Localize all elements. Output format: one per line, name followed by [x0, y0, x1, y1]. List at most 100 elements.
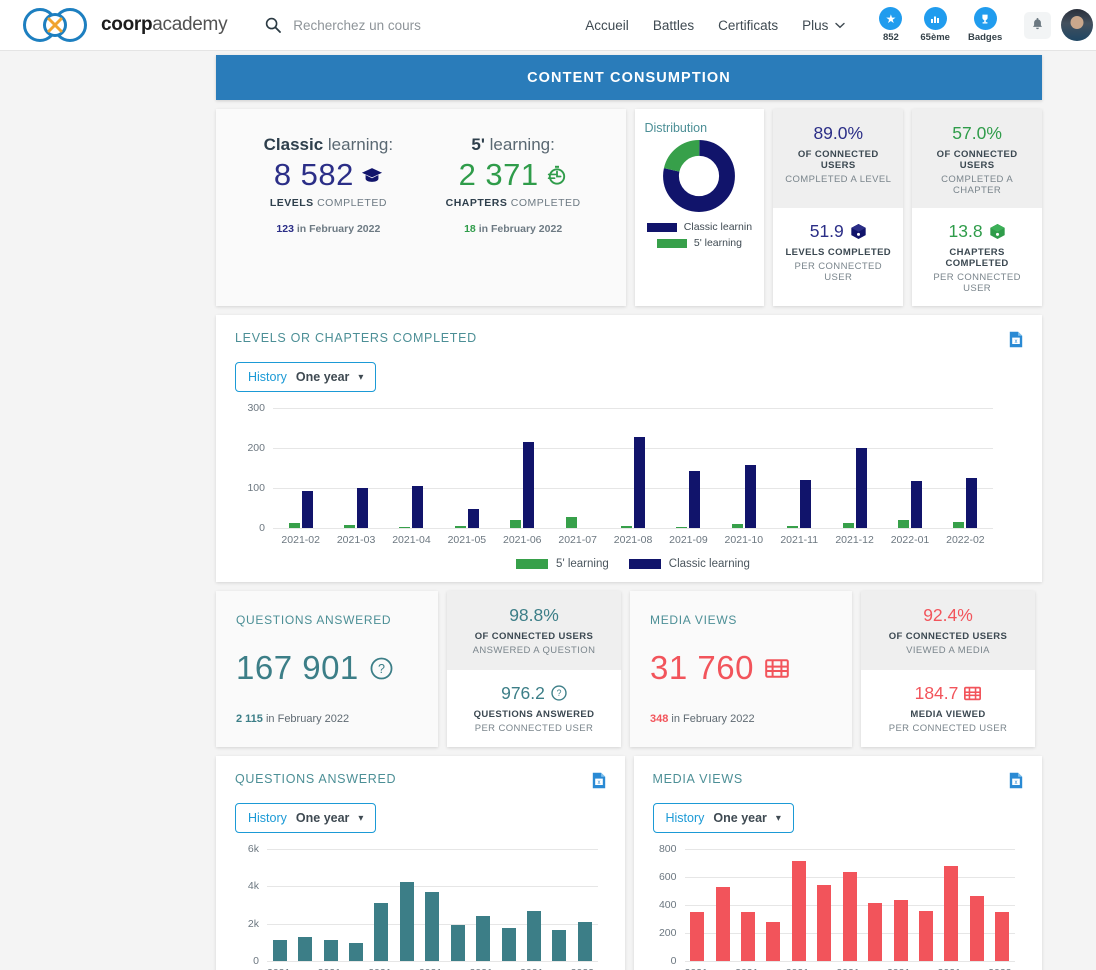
questions-history-dropdown[interactable]: History One year ▾	[235, 803, 377, 833]
chart-legend-item[interactable]: Classic learning	[628, 558, 750, 570]
badge-rank[interactable]: 65ème	[920, 7, 950, 43]
xls-export-icon[interactable]: x	[1009, 331, 1023, 348]
bar-group	[369, 849, 394, 961]
legend-item-five-min[interactable]: 5' learning	[656, 237, 742, 249]
bar[interactable]	[634, 436, 646, 528]
five-min-label: CHAPTERS COMPLETED	[421, 197, 606, 209]
levels-per-user-value-wrap: 51.9	[781, 221, 895, 242]
nav-link-accueil[interactable]: Accueil	[585, 18, 629, 33]
bar[interactable]	[910, 481, 922, 528]
bar[interactable]	[800, 480, 812, 528]
badge-badges[interactable]: Badges	[968, 7, 1002, 43]
questions-answered-panel: QUESTIONS ANSWERED x History One year ▾ …	[216, 756, 625, 970]
bar[interactable]	[526, 911, 541, 961]
bar[interactable]	[791, 861, 806, 961]
svg-text:?: ?	[378, 662, 385, 676]
brand-logo[interactable]: coorpacademy	[0, 0, 245, 51]
media-chart: 0200400600800 2021-022021-042021-062021-…	[659, 843, 1015, 970]
bar[interactable]	[731, 523, 743, 528]
y-axis-tick: 2k	[247, 917, 259, 930]
bar[interactable]	[715, 886, 730, 961]
bar[interactable]	[374, 902, 389, 961]
bar[interactable]	[450, 924, 465, 961]
five-min-label-bold: CHAPTERS	[445, 197, 508, 209]
bar[interactable]	[897, 520, 909, 528]
chevron-down-icon	[835, 22, 846, 28]
x-axis-tick: 2022-02	[946, 534, 985, 546]
bar-group	[550, 408, 605, 528]
bar[interactable]	[510, 520, 522, 528]
xls-export-icon[interactable]: x	[1009, 772, 1023, 789]
bar[interactable]	[842, 522, 854, 528]
xls-export-icon[interactable]: x	[592, 772, 606, 789]
bar[interactable]	[787, 526, 799, 528]
bar[interactable]	[565, 516, 577, 528]
bar[interactable]	[995, 912, 1010, 961]
media-history-dropdown[interactable]: History One year ▾	[652, 803, 794, 833]
bar[interactable]	[425, 891, 440, 961]
y-axis-tick: 4k	[247, 880, 259, 893]
x-axis-tick: 2021-02	[281, 534, 320, 546]
bar[interactable]	[348, 943, 363, 961]
bar[interactable]	[842, 872, 857, 961]
bar[interactable]	[690, 912, 705, 961]
bar[interactable]	[301, 491, 313, 528]
levels-chart-legend: 5' learning Classic learning	[273, 558, 993, 570]
bar[interactable]	[855, 448, 867, 528]
levels-chapters-panel: LEVELS OR CHAPTERS COMPLETED x History O…	[216, 315, 1042, 582]
bar[interactable]	[357, 488, 369, 528]
bar-group	[812, 849, 837, 961]
chapters-per-user-value-wrap: 13.8	[920, 221, 1034, 242]
levels-percent: 89.0%	[813, 123, 864, 143]
nav-link-plus[interactable]: Plus	[802, 18, 846, 33]
search-box[interactable]: Recherchez un cours	[245, 0, 585, 51]
legend-item-classic[interactable]: Classic learnin	[646, 221, 752, 233]
bar[interactable]	[868, 903, 883, 961]
bar[interactable]	[552, 930, 567, 961]
bar[interactable]	[944, 865, 959, 961]
bar[interactable]	[817, 885, 832, 961]
bar[interactable]	[412, 486, 424, 528]
bar-group	[913, 849, 938, 961]
bar[interactable]	[344, 524, 356, 528]
bar[interactable]	[323, 940, 338, 961]
questions-per-user-value-wrap: 976.2 ?	[455, 683, 613, 704]
notifications-button[interactable]	[1024, 11, 1052, 39]
levels-history-dropdown[interactable]: History One year ▾	[235, 362, 377, 392]
five-min-note-value: 18	[464, 223, 476, 235]
brand-bold: coorp	[101, 14, 153, 35]
bar[interactable]	[523, 442, 535, 528]
bar[interactable]	[969, 896, 984, 961]
bar[interactable]	[577, 921, 592, 961]
bar[interactable]	[953, 522, 965, 528]
media-history-label: History	[665, 811, 705, 825]
bar[interactable]	[919, 911, 933, 961]
bar[interactable]	[476, 916, 491, 961]
bar[interactable]	[741, 911, 756, 961]
bar[interactable]	[744, 464, 756, 528]
search-input[interactable]: Recherchez un cours	[293, 18, 421, 33]
bar[interactable]	[298, 937, 313, 961]
bar[interactable]	[399, 526, 411, 528]
bar-group	[394, 849, 419, 961]
bar[interactable]	[467, 508, 479, 528]
bar[interactable]	[399, 881, 414, 961]
bar[interactable]	[272, 940, 287, 961]
bar[interactable]	[621, 526, 633, 528]
bar[interactable]	[766, 922, 781, 961]
bar[interactable]	[893, 899, 908, 961]
bar[interactable]	[689, 471, 701, 528]
nav-link-certificats[interactable]: Certificats	[718, 18, 778, 33]
avatar[interactable]	[1061, 9, 1094, 41]
questions-history-label: History	[248, 811, 287, 825]
nav-link-battles[interactable]: Battles	[653, 18, 694, 33]
bar[interactable]	[676, 527, 688, 528]
top-navbar: coorpacademy Recherchez un cours Accueil…	[0, 0, 1096, 51]
bar[interactable]	[966, 478, 978, 528]
distribution-title: Distribution	[644, 121, 708, 135]
bar[interactable]	[288, 523, 300, 528]
badge-points[interactable]: ★ 852	[879, 7, 903, 43]
chart-legend-item[interactable]: 5' learning	[516, 558, 609, 570]
bar[interactable]	[454, 526, 466, 528]
bar[interactable]	[501, 928, 516, 961]
